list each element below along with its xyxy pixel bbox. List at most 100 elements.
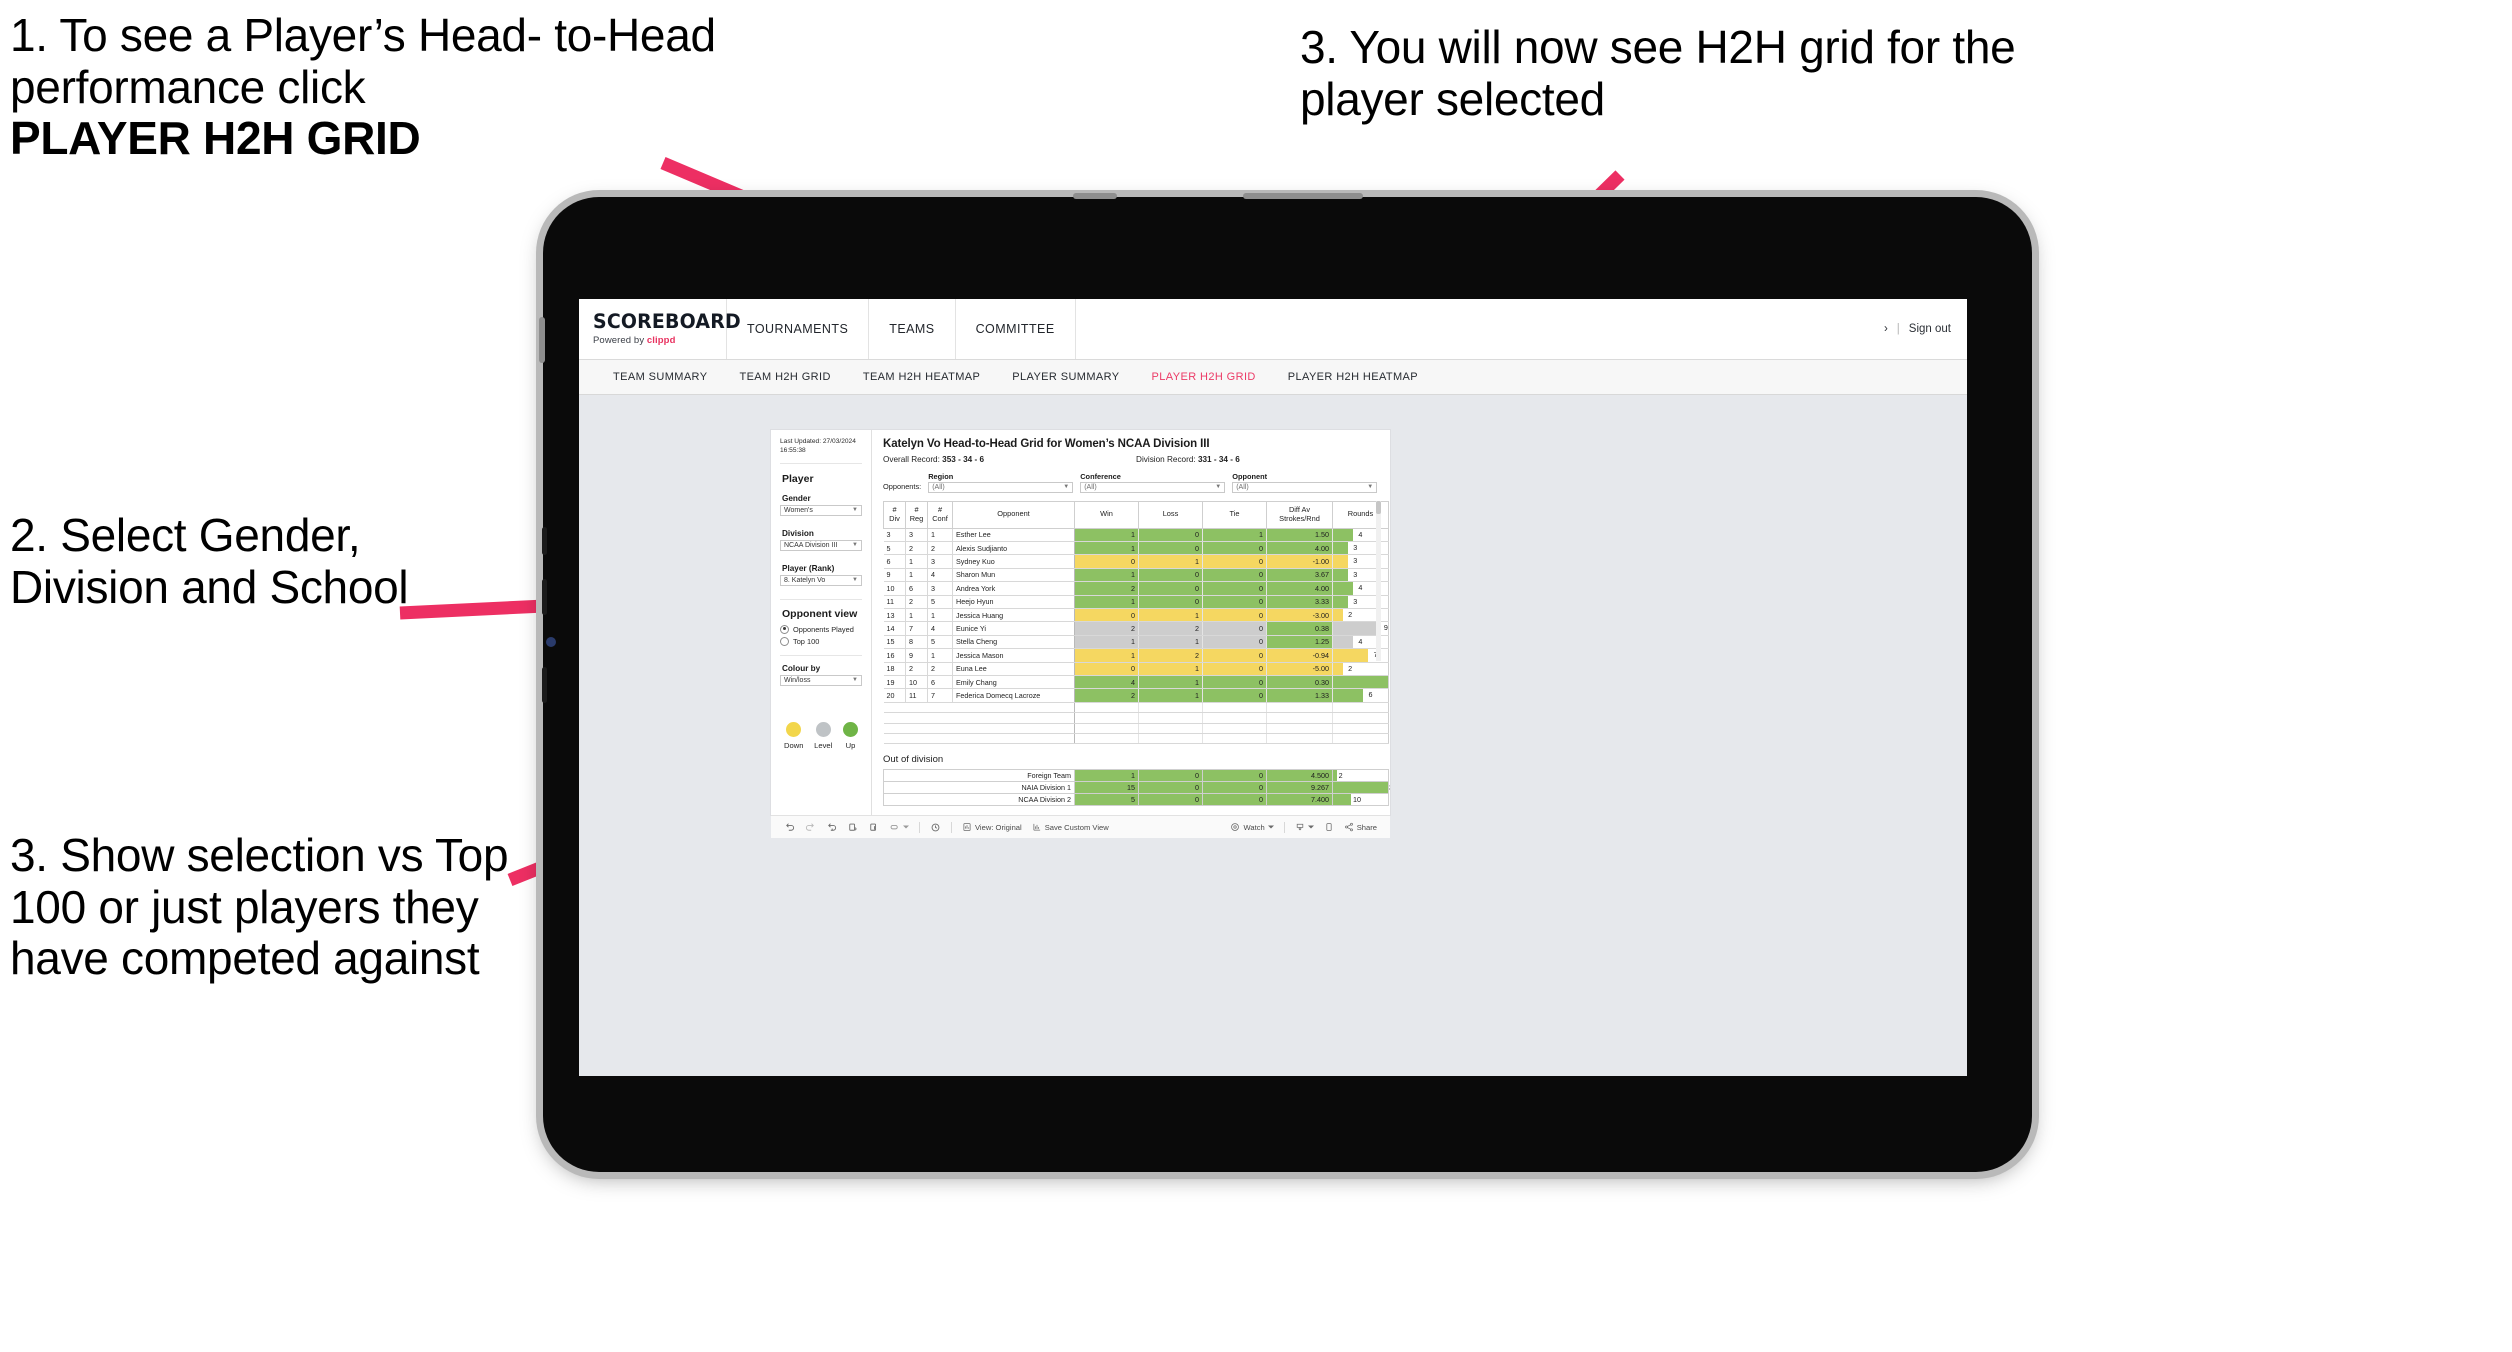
table-row[interactable]: 9 1 4 Sharon Mun 1 0 0 3.67 3: [883, 567, 1389, 583]
opponent-view-title: Opponent view: [782, 607, 858, 620]
cell-conf: 4: [927, 621, 953, 636]
filter-panel-title: Player: [782, 472, 814, 485]
share-label: Share: [1356, 822, 1377, 832]
table-row[interactable]: 19106Emily Chang4100.3011: [883, 674, 1389, 690]
topnav-item-teams[interactable]: TEAMS: [869, 299, 956, 359]
table-row[interactable]: 20 11 7 Federica Domecq Lacroze 2 1 0 1.33 6: [883, 688, 1389, 703]
revert-icon[interactable]: [821, 822, 842, 833]
gender-select[interactable]: Women's ▼: [780, 504, 862, 516]
cell-conf: 5: [927, 594, 953, 609]
table-row[interactable]: 1691Jessica Mason120-0.947: [883, 648, 1389, 663]
cell-blank: [1202, 722, 1267, 734]
save-custom-view-button[interactable]: Save Custom View: [1027, 822, 1114, 832]
table-row[interactable]: 10 6 3 Andrea York 2 0 0 4.00 4: [883, 581, 1389, 596]
table-row[interactable]: Foreign Team 1 0 0 4.500 2: [883, 769, 1389, 783]
app-top-nav: SCOREBOARD Powered by clippd TOURNAMENTS…: [579, 299, 1967, 360]
cell-tie: 0: [1202, 567, 1267, 583]
tab-team-h2h-heatmap[interactable]: TEAM H2H HEATMAP: [847, 371, 996, 383]
col-conf: # Conf: [927, 500, 953, 529]
tab-player-summary[interactable]: PLAYER SUMMARY: [996, 371, 1135, 383]
pause-icon[interactable]: [863, 822, 884, 833]
cell-blank: [883, 701, 906, 714]
opponent-filter-group: Opponent (All) ▼: [1232, 472, 1378, 493]
cell-reg: 2: [905, 594, 928, 609]
cell-loss: 0: [1138, 540, 1203, 556]
cell-blank: [1266, 722, 1333, 734]
cell-rounds: 30: [1332, 781, 1390, 795]
conference-select[interactable]: (All) ▼: [1080, 482, 1226, 493]
alerts-icon[interactable]: [925, 822, 946, 833]
view-original-label: View: Original: [975, 822, 1022, 832]
cell-conf: 1: [927, 527, 953, 542]
table-row[interactable]: 13 1 1 Jessica Huang 0 1 0 -3.00 2: [883, 607, 1389, 623]
cell-loss: 0: [1138, 594, 1203, 609]
cell-diff: 3.33: [1266, 594, 1333, 609]
cell-blank: [883, 722, 906, 734]
scrollbar-thumb[interactable]: [1376, 500, 1381, 514]
cell-tie: 0: [1202, 634, 1267, 650]
table-row[interactable]: 14 7 4 Eunice Yi 2 2 0 0.38 9: [883, 621, 1389, 636]
region-select[interactable]: (All) ▼: [928, 482, 1074, 493]
table-row[interactable]: 15 8 5 Stella Cheng 1 1 0 1.25 4: [883, 634, 1389, 650]
tab-player-h2h-grid[interactable]: PLAYER H2H GRID: [1136, 371, 1272, 383]
legend-dot-level-icon: [815, 721, 831, 737]
colour-by-select[interactable]: Win/loss ▼: [780, 674, 862, 686]
h2h-table: # Div # Reg # Conf Opponent Win Loss Tie Di…: [883, 500, 1389, 745]
cell-loss: 1: [1138, 607, 1203, 623]
topnav-item-tournaments[interactable]: TOURNAMENTS: [727, 299, 870, 359]
table-scrollbar[interactable]: [1376, 500, 1381, 661]
topnav-right-group: › | Sign out: [1884, 299, 1967, 359]
radio-opponents-played-label: Opponents Played: [793, 624, 854, 634]
table-row[interactable]: NAIA Division 115009.26730: [883, 781, 1390, 795]
watch-button[interactable]: Watch: [1225, 822, 1278, 832]
redo-icon[interactable]: [800, 822, 821, 833]
tab-player-h2h-heatmap[interactable]: PLAYER H2H HEATMAP: [1272, 371, 1434, 383]
device-preview-icon[interactable]: [1319, 822, 1339, 832]
cell-tie: 0: [1202, 594, 1267, 609]
radio-opponents-played[interactable]: Opponents Played: [780, 624, 862, 634]
download-icon[interactable]: [1290, 822, 1319, 832]
legend-dot-up-icon: [842, 721, 858, 737]
cell-diff: -1.00: [1266, 554, 1333, 569]
colour-legend: Down Level Up: [780, 721, 862, 750]
brand-powered-prefix: Powered by: [593, 334, 645, 346]
table-row[interactable]: 18 2 2 Euna Lee 0 1 0 -5.00 2: [883, 661, 1389, 676]
cell-blank: [1332, 732, 1389, 745]
undo-icon[interactable]: [779, 822, 800, 833]
cell-reg: 1: [905, 554, 928, 569]
table-row[interactable]: 11 2 5 Heejo Hyun 1 0 0 3.33 3: [883, 594, 1389, 609]
sign-out-link[interactable]: Sign out: [1909, 323, 1951, 335]
cell-win: 1: [1074, 594, 1139, 609]
rounds-value: 10: [1353, 795, 1361, 805]
cell-blank: [1074, 701, 1139, 714]
view-dropdown-icon[interactable]: [884, 822, 914, 833]
cell-conf: 6: [927, 674, 953, 690]
tab-team-summary[interactable]: TEAM SUMMARY: [597, 371, 723, 383]
division-select[interactable]: NCAA Division III ▼: [780, 539, 862, 551]
record-summary: Overall Record: 353 - 34 - 6 Division Re…: [883, 455, 1381, 464]
radio-top-100[interactable]: Top 100: [780, 636, 862, 646]
cell-blank: [952, 701, 1075, 714]
callout-step-2: 2. Select Gender, Division and School: [10, 509, 409, 613]
table-row[interactable]: 3 3 1 Esther Lee 1 0 1 1.50 4: [883, 527, 1389, 542]
table-row[interactable]: 6 1 3 Sydney Kuo 0 1 0 -1.00 3: [883, 554, 1389, 569]
cell-blank: [952, 712, 1075, 724]
refresh-icon[interactable]: [842, 822, 863, 833]
tab-team-h2h-grid[interactable]: TEAM H2H GRID: [723, 371, 846, 383]
table-row[interactable]: 5 2 2 Alexis Sudjianto 1 0 0 4.00 3: [883, 540, 1389, 556]
brand-logo[interactable]: SCOREBOARD Powered by clippd: [579, 299, 741, 359]
table-row[interactable]: NCAA Division 2 5 0 0 7.400 10: [883, 793, 1389, 807]
player-rank-select[interactable]: 8. Katelyn Vo ▼: [780, 574, 862, 586]
chevron-right-icon[interactable]: ›: [1884, 323, 1888, 335]
cell-diff: 1.33: [1266, 688, 1333, 703]
filter-divider-2: [780, 654, 862, 656]
rounds-value: 2: [1338, 771, 1343, 781]
cell-div: 14: [883, 621, 906, 636]
view-original-button[interactable]: View: Original: [957, 822, 1027, 832]
share-button[interactable]: Share: [1339, 822, 1382, 832]
legend-label-up: Up: [845, 740, 856, 750]
opponent-select[interactable]: (All) ▼: [1232, 482, 1378, 493]
cell-win: 0: [1074, 661, 1139, 676]
topnav-item-committee[interactable]: COMMITTEE: [956, 299, 1076, 359]
cell-blank: [883, 732, 906, 745]
